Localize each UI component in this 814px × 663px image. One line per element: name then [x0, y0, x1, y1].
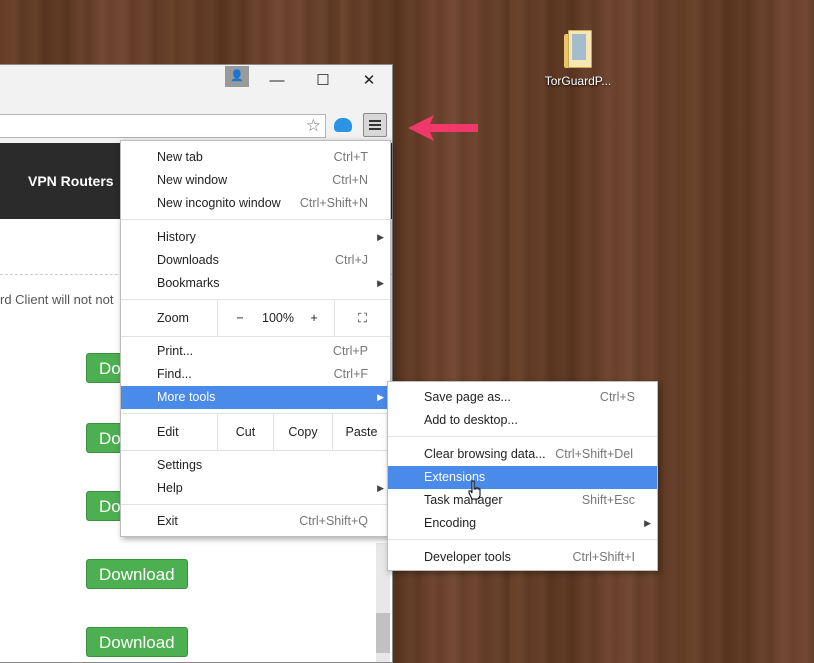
zoom-label: Zoom: [157, 311, 189, 325]
cloud-extension-icon[interactable]: [334, 118, 352, 132]
hand-cursor-icon: [468, 480, 481, 500]
zoom-in-button[interactable]: +: [297, 300, 331, 336]
menu-item-new-tab[interactable]: New tab Ctrl+T: [121, 146, 390, 169]
zoom-out-button[interactable]: −: [217, 300, 262, 336]
menu-item-settings[interactable]: Settings: [121, 454, 390, 477]
menu-item-task-manager[interactable]: Task manager Shift+Esc: [388, 489, 657, 512]
menu-item-extensions[interactable]: Extensions: [388, 466, 657, 489]
menu-item-more-tools[interactable]: More tools ▶: [121, 386, 390, 409]
close-button[interactable]: ✕: [354, 71, 384, 91]
edit-label: Edit: [157, 425, 179, 439]
menu-item-exit[interactable]: Exit Ctrl+Shift+Q: [121, 510, 390, 533]
menu-item-bookmarks[interactable]: Bookmarks ▶: [121, 272, 390, 295]
menu-item-history[interactable]: History ▶: [121, 226, 390, 249]
copy-button[interactable]: Copy: [273, 414, 332, 450]
chrome-menu-button[interactable]: [363, 113, 387, 137]
download-button[interactable]: Download: [86, 559, 188, 589]
fullscreen-icon[interactable]: ⛶: [334, 300, 390, 336]
menu-item-save-page[interactable]: Save page as... Ctrl+S: [388, 386, 657, 409]
download-button[interactable]: Download: [86, 627, 188, 657]
menu-separator: [388, 539, 657, 540]
menu-item-downloads[interactable]: Downloads Ctrl+J: [121, 249, 390, 272]
menu-separator: [121, 336, 390, 337]
zoom-level: 100%: [262, 311, 294, 325]
bookmark-star-icon[interactable]: ☆: [306, 116, 321, 136]
desktop-folder-shortcut[interactable]: TorGuardP...: [540, 28, 616, 88]
menu-item-new-incognito[interactable]: New incognito window Ctrl+Shift+N: [121, 192, 390, 215]
chevron-right-icon: ▶: [377, 392, 384, 402]
notice-text: rd Client will not not: [0, 292, 114, 307]
menu-separator: [388, 436, 657, 437]
desktop-icon-label: TorGuardP...: [544, 74, 612, 88]
paste-button[interactable]: Paste: [332, 414, 390, 450]
chrome-main-menu: New tab Ctrl+T New window Ctrl+N New incog…: [120, 140, 391, 537]
menu-item-clear-browsing-data[interactable]: Clear browsing data... Ctrl+Shift+Del: [388, 443, 657, 466]
menu-row-zoom: Zoom − 100% + ⛶: [121, 300, 390, 336]
menu-item-developer-tools[interactable]: Developer tools Ctrl+Shift+I: [388, 546, 657, 569]
profile-button[interactable]: 👤: [225, 66, 249, 87]
menu-item-add-to-desktop[interactable]: Add to desktop...: [388, 409, 657, 432]
chevron-right-icon: ▶: [377, 278, 384, 288]
menu-item-encoding[interactable]: Encoding ▶: [388, 512, 657, 535]
menu-item-print[interactable]: Print... Ctrl+P: [121, 340, 390, 363]
chevron-right-icon: ▶: [644, 518, 651, 528]
menu-separator: [121, 450, 390, 451]
chevron-right-icon: ▶: [377, 483, 384, 493]
menu-separator: [121, 504, 390, 505]
folder-icon: [562, 28, 594, 68]
chevron-right-icon: ▶: [377, 232, 384, 242]
scrollbar-thumb[interactable]: [376, 613, 390, 653]
cut-button[interactable]: Cut: [217, 414, 273, 450]
toolbar: ☆: [0, 109, 392, 143]
annotation-arrow-icon: [408, 115, 478, 141]
menu-row-edit: Edit Cut Copy Paste: [121, 414, 390, 450]
menu-separator: [121, 219, 390, 220]
menu-item-find[interactable]: Find... Ctrl+F: [121, 363, 390, 386]
maximize-button[interactable]: ☐: [308, 71, 338, 91]
menu-item-help[interactable]: Help ▶: [121, 477, 390, 500]
minimize-button[interactable]: —: [262, 71, 292, 91]
more-tools-submenu: Save page as... Ctrl+S Add to desktop... …: [387, 381, 658, 571]
address-bar[interactable]: ☆: [0, 114, 326, 138]
nav-link-vpn-routers[interactable]: VPN Routers: [28, 173, 114, 189]
title-bar: 👤 — ☐ ✕: [0, 65, 392, 109]
menu-item-new-window[interactable]: New window Ctrl+N: [121, 169, 390, 192]
